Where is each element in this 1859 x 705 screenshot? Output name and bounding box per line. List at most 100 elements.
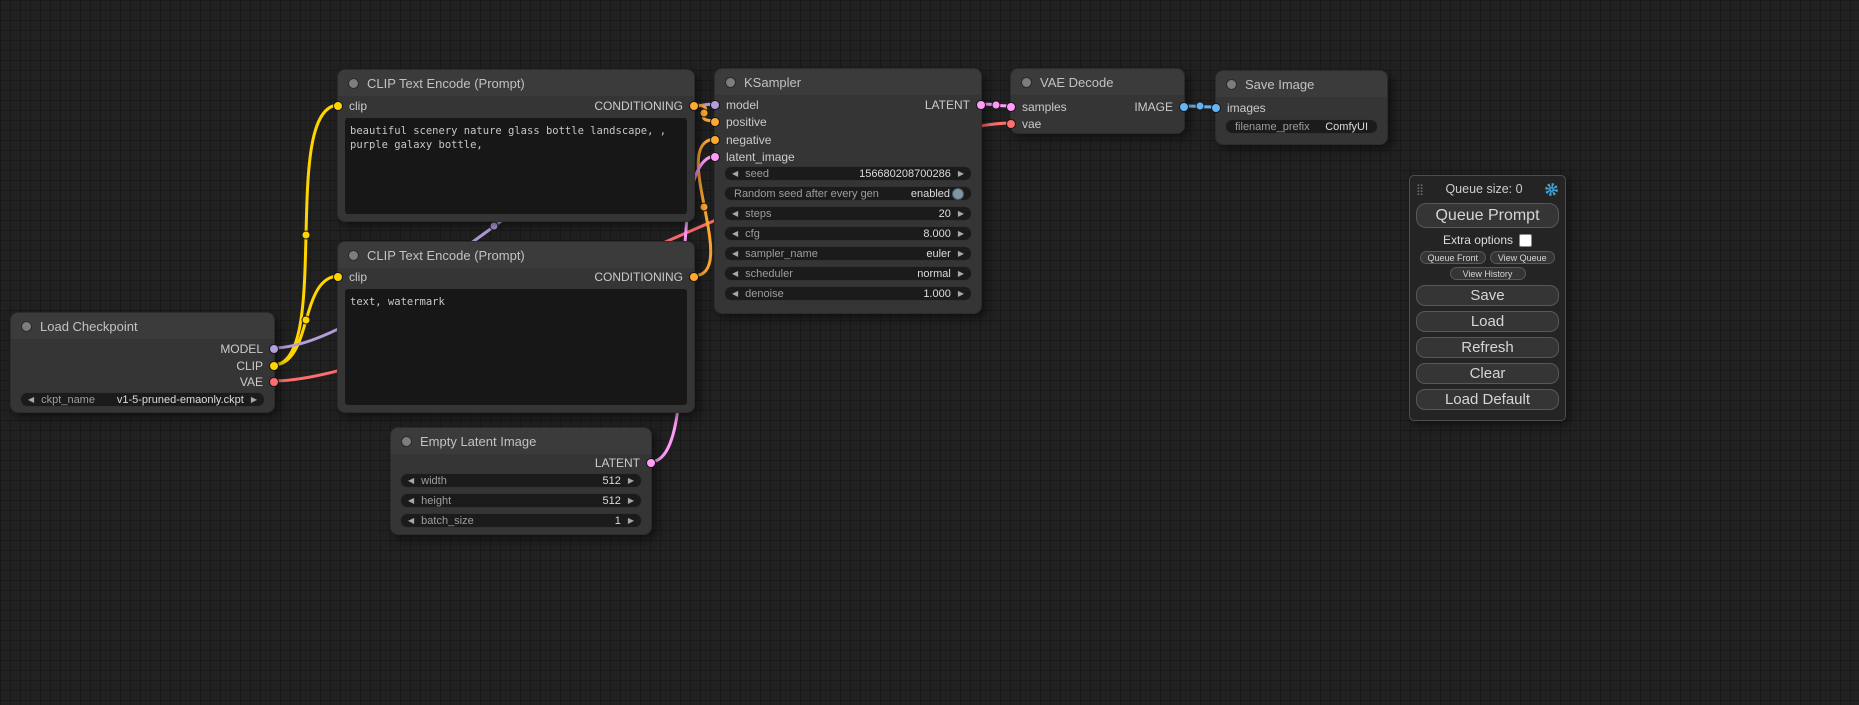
vae-output-socket[interactable]	[269, 377, 279, 387]
toggle-icon[interactable]	[952, 188, 964, 200]
load-button[interactable]: Load	[1416, 311, 1559, 332]
conditioning-output-socket[interactable]	[689, 272, 699, 282]
widget-filename-prefix[interactable]: filename_prefix ComfyUI	[1225, 119, 1378, 134]
port-label: samples	[1022, 100, 1067, 114]
collapse-dot-icon[interactable]	[725, 77, 736, 88]
widget-batch-size[interactable]: batch_size 1	[400, 513, 642, 528]
negative-input-socket[interactable]	[710, 135, 720, 145]
latent-input-socket[interactable]	[710, 152, 720, 162]
widget-ckpt-name[interactable]: ckpt_name v1-5-pruned-emaonly.ckpt	[20, 392, 265, 407]
widget-steps[interactable]: steps 20	[724, 206, 972, 221]
prev-value-icon[interactable]	[408, 497, 414, 505]
load-default-button[interactable]: Load Default	[1416, 389, 1559, 410]
node-clip-text-encode-negative[interactable]: CLIP Text Encode (Prompt) clip CONDITION…	[337, 241, 695, 413]
next-value-icon[interactable]	[628, 517, 634, 525]
queue-front-button[interactable]: Queue Front	[1420, 251, 1486, 264]
output-vae: VAE	[240, 375, 279, 389]
clear-button[interactable]: Clear	[1416, 363, 1559, 384]
widget-label: scheduler	[745, 268, 793, 280]
widget-value: v1-5-pruned-emaonly.ckpt	[117, 394, 244, 406]
settings-gear-icon[interactable]	[1544, 182, 1559, 197]
extra-options-checkbox[interactable]	[1519, 234, 1532, 247]
output-latent: LATENT	[595, 456, 656, 470]
collapse-dot-icon[interactable]	[348, 250, 359, 261]
image-output-socket[interactable]	[1179, 102, 1189, 112]
model-input-socket[interactable]	[710, 100, 720, 110]
next-value-icon[interactable]	[628, 477, 634, 485]
output-latent: LATENT	[925, 98, 986, 112]
node-graph-canvas[interactable]: Load Checkpoint MODEL CLIP VAE ckpt_name…	[0, 0, 1859, 705]
node-ksampler[interactable]: KSampler model positive negative latent_…	[714, 68, 982, 314]
node-header[interactable]: KSampler	[715, 69, 981, 95]
next-value-icon[interactable]	[251, 396, 257, 404]
images-input-socket[interactable]	[1211, 103, 1221, 113]
port-label: vae	[1022, 117, 1041, 131]
next-value-icon[interactable]	[958, 230, 964, 238]
widget-denoise[interactable]: denoise 1.000	[724, 286, 972, 301]
latent-output-socket[interactable]	[646, 458, 656, 468]
clip-input-socket[interactable]	[333, 272, 343, 282]
node-empty-latent-image[interactable]: Empty Latent Image LATENT width 512 heig…	[390, 427, 652, 535]
collapse-dot-icon[interactable]	[1226, 79, 1237, 90]
next-value-icon[interactable]	[628, 497, 634, 505]
prev-value-icon[interactable]	[408, 517, 414, 525]
widget-cfg[interactable]: cfg 8.000	[724, 226, 972, 241]
drag-handle-icon[interactable]: ⣿	[1416, 183, 1424, 196]
widget-random-seed[interactable]: Random seed after every gen enabled	[724, 186, 972, 201]
collapse-dot-icon[interactable]	[1021, 77, 1032, 88]
view-queue-button[interactable]: View Queue	[1490, 251, 1556, 264]
node-header[interactable]: VAE Decode	[1011, 69, 1184, 95]
output-image: IMAGE	[1134, 100, 1189, 114]
prev-value-icon[interactable]	[732, 250, 738, 258]
widget-sampler-name[interactable]: sampler_name euler	[724, 246, 972, 261]
save-button[interactable]: Save	[1416, 285, 1559, 306]
latent-output-socket[interactable]	[976, 100, 986, 110]
positive-input-socket[interactable]	[710, 117, 720, 127]
view-history-button[interactable]: View History	[1450, 267, 1526, 280]
collapse-dot-icon[interactable]	[21, 321, 32, 332]
collapse-dot-icon[interactable]	[401, 436, 412, 447]
widget-scheduler[interactable]: scheduler normal	[724, 266, 972, 281]
clip-input-socket[interactable]	[333, 101, 343, 111]
queue-prompt-button[interactable]: Queue Prompt	[1416, 203, 1559, 228]
prev-value-icon[interactable]	[732, 170, 738, 178]
collapse-dot-icon[interactable]	[348, 78, 359, 89]
link-dot	[1196, 102, 1204, 110]
input-samples: samples	[1006, 100, 1067, 114]
node-save-image[interactable]: Save Image images filename_prefix ComfyU…	[1215, 70, 1388, 145]
next-value-icon[interactable]	[958, 290, 964, 298]
node-header[interactable]: Save Image	[1216, 71, 1387, 97]
next-value-icon[interactable]	[958, 250, 964, 258]
widget-seed[interactable]: seed 156680208700286	[724, 166, 972, 181]
queue-panel-header: ⣿ Queue size: 0	[1410, 176, 1565, 200]
refresh-button[interactable]: Refresh	[1416, 337, 1559, 358]
node-header[interactable]: Empty Latent Image	[391, 428, 651, 454]
port-label: clip	[349, 99, 367, 113]
prev-value-icon[interactable]	[732, 290, 738, 298]
prev-value-icon[interactable]	[732, 210, 738, 218]
node-header[interactable]: CLIP Text Encode (Prompt)	[338, 242, 694, 268]
next-value-icon[interactable]	[958, 270, 964, 278]
output-conditioning: CONDITIONING	[594, 99, 699, 113]
next-value-icon[interactable]	[958, 210, 964, 218]
node-header[interactable]: CLIP Text Encode (Prompt)	[338, 70, 694, 96]
node-vae-decode[interactable]: VAE Decode samples vae IMAGE	[1010, 68, 1185, 134]
conditioning-output-socket[interactable]	[689, 101, 699, 111]
samples-input-socket[interactable]	[1006, 102, 1016, 112]
widget-width[interactable]: width 512	[400, 473, 642, 488]
prev-value-icon[interactable]	[732, 270, 738, 278]
node-header[interactable]: Load Checkpoint	[11, 313, 274, 339]
prompt-textarea[interactable]: text, watermark	[345, 289, 687, 405]
next-value-icon[interactable]	[958, 170, 964, 178]
input-latent-image: latent_image	[710, 150, 795, 164]
node-load-checkpoint[interactable]: Load Checkpoint MODEL CLIP VAE ckpt_name…	[10, 312, 275, 413]
prompt-textarea[interactable]: beautiful scenery nature glass bottle la…	[345, 118, 687, 214]
model-output-socket[interactable]	[269, 344, 279, 354]
node-clip-text-encode-positive[interactable]: CLIP Text Encode (Prompt) clip CONDITION…	[337, 69, 695, 222]
vae-input-socket[interactable]	[1006, 119, 1016, 129]
prev-value-icon[interactable]	[28, 396, 34, 404]
prev-value-icon[interactable]	[732, 230, 738, 238]
clip-output-socket[interactable]	[269, 361, 279, 371]
prev-value-icon[interactable]	[408, 477, 414, 485]
widget-height[interactable]: height 512	[400, 493, 642, 508]
